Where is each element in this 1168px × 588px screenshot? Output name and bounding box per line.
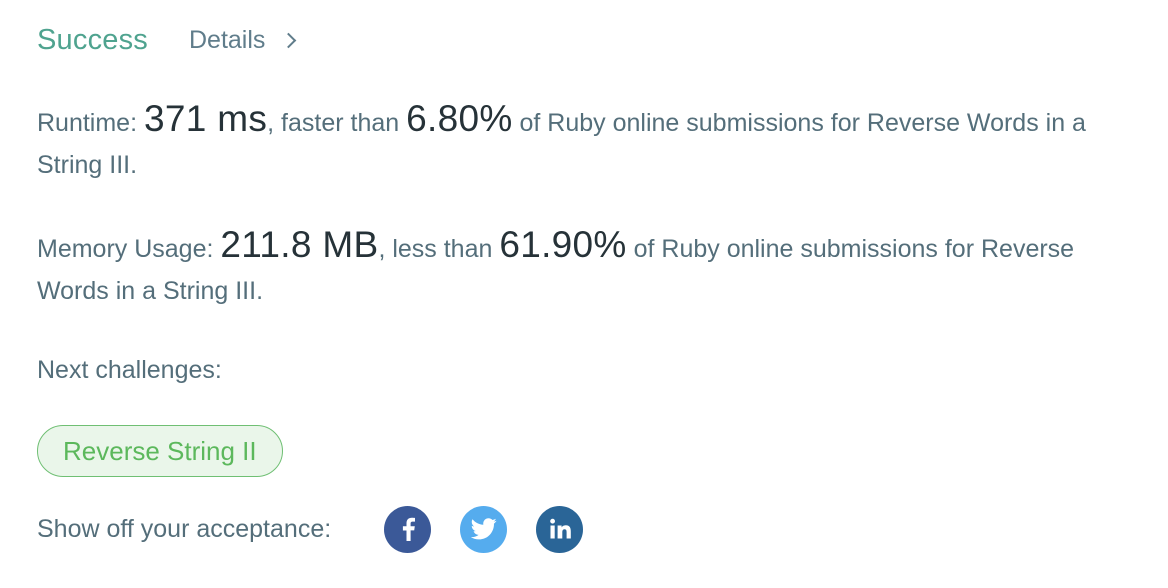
runtime-comparison: , faster than [267, 109, 400, 137]
runtime-percent: 6.80% [406, 98, 513, 139]
chevron-right-icon [281, 32, 297, 49]
memory-label: Memory Usage: [37, 235, 214, 263]
details-link[interactable]: Details [189, 25, 297, 55]
memory-value: 211.8 MB [220, 224, 379, 265]
twitter-share-button[interactable] [460, 505, 508, 553]
memory-percent: 61.90% [499, 224, 627, 265]
details-label: Details [189, 25, 266, 54]
runtime-stat: Runtime: 371 ms, faster than 6.80% of Ru… [37, 98, 1127, 186]
share-row: Show off your acceptance: [37, 505, 584, 553]
runtime-value: 371 ms [144, 98, 268, 139]
memory-comparison: , less than [378, 235, 493, 263]
share-label: Show off your acceptance: [37, 514, 332, 543]
status-label: Success [37, 23, 148, 56]
result-header: Success Details [37, 20, 297, 60]
facebook-icon [402, 517, 415, 541]
facebook-share-button[interactable] [384, 505, 432, 553]
linkedin-icon [549, 518, 571, 539]
twitter-icon [470, 518, 497, 540]
next-challenges-title: Next challenges: [37, 356, 222, 384]
runtime-label: Runtime: [37, 109, 138, 137]
memory-stat: Memory Usage: 211.8 MB, less than 61.90%… [37, 224, 1127, 312]
challenge-reverse-string-ii[interactable]: Reverse String II [37, 425, 283, 477]
linkedin-share-button[interactable] [536, 505, 584, 553]
